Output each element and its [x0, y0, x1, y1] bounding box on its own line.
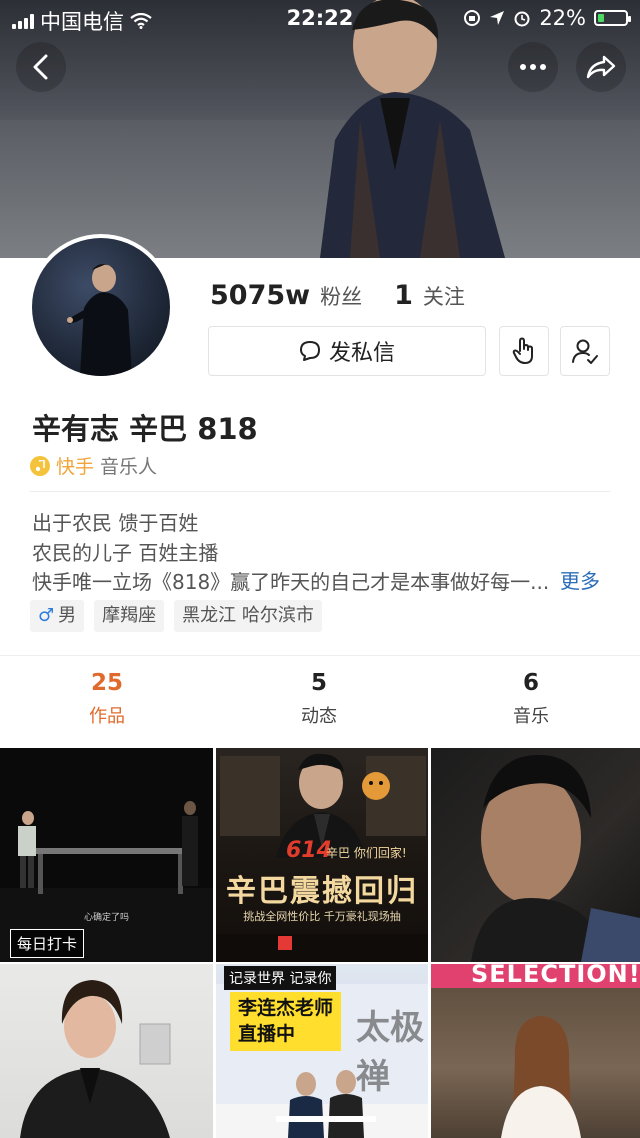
more-button[interactable]	[508, 42, 558, 92]
chevron-left-icon	[33, 54, 48, 80]
poster-subtitle: 挑战全网性价比 千万豪礼现场抽	[243, 910, 401, 923]
badge-platform: 快手	[56, 456, 95, 478]
bio-line: 快手唯一立场《818》赢了昨天的自己才是本事做好每一...	[32, 570, 550, 594]
live-banner: 李连杰老师 直播中	[230, 992, 342, 1052]
video-thumbnail[interactable]: 614 辛巴 你们回家! 辛巴震撼回归 挑战全网性价比 千万豪礼现场抽	[216, 748, 428, 962]
location-tag: 黑龙江 哈尔滨市	[174, 600, 322, 632]
portrait-image	[471, 755, 640, 962]
followers-label[interactable]: 粉丝	[320, 281, 362, 311]
location-icon	[490, 11, 505, 25]
video-thumbnail[interactable]: SELECTION!	[431, 964, 640, 1138]
share-icon	[586, 55, 616, 79]
host-portrait-image	[431, 964, 640, 1138]
musician-badge[interactable]: 快手 音乐人	[30, 452, 157, 479]
video-thumbnail[interactable]: 记录世界 记录你 太极禅 李连杰老师 直播中	[216, 964, 428, 1138]
profile-name: 辛有志 辛巴 818	[32, 412, 258, 446]
tab-works[interactable]: 25 作品	[47, 670, 167, 728]
poster-title: 辛巴震撼回归	[226, 874, 418, 909]
male-icon: ♂	[38, 605, 55, 626]
user-check-icon	[572, 339, 598, 364]
daily-checkin-label: 每日打卡	[10, 929, 85, 958]
tab-music[interactable]: 6 音乐	[471, 670, 591, 728]
record-world-tag: 记录世界 记录你	[224, 966, 337, 990]
gender-label: 男	[58, 605, 77, 626]
hand-tap-icon	[512, 337, 533, 364]
woman-portrait-image	[20, 980, 171, 1138]
tab-count: 25	[90, 670, 123, 696]
cover-image	[0, 0, 640, 258]
zodiac-tag: 摩羯座	[94, 600, 165, 632]
selection-title: SELECTION!	[471, 964, 640, 988]
poster-slogan: 辛巴 你们回家!	[326, 846, 407, 860]
profile-tags: ♂ 男 摩羯座 黑龙江 哈尔滨市	[30, 600, 322, 632]
chat-bubble-icon	[299, 341, 320, 361]
tab-count: 6	[522, 670, 539, 696]
divider	[0, 655, 640, 656]
status-bar: 中国电信 22:22 22%	[0, 0, 640, 34]
tab-label: 作品	[89, 706, 125, 727]
alarm-icon	[514, 11, 530, 27]
poke-button[interactable]	[499, 326, 549, 376]
avatar[interactable]	[28, 234, 174, 380]
background-calligraphy: 太极禅	[356, 1008, 424, 1097]
following-label[interactable]: 关注	[423, 281, 465, 311]
share-button[interactable]	[576, 42, 626, 92]
bio-line: 出于农民 馈于百姓	[32, 511, 199, 535]
tab-moments[interactable]: 5 动态	[259, 670, 379, 728]
works-grid: 心确定了吗 每日打卡 614 辛巴 你们回家! 辛巴震撼回归 挑战全网性价比 千…	[0, 748, 640, 1138]
follow-button[interactable]	[560, 326, 610, 376]
video-thumbnail[interactable]	[0, 964, 213, 1138]
live-banner-line: 直播中	[238, 1022, 296, 1045]
tab-label: 动态	[301, 706, 337, 727]
following-count[interactable]: 1	[394, 280, 413, 311]
music-note-icon	[30, 455, 50, 476]
gender-tag: ♂ 男	[30, 600, 85, 632]
followers-count[interactable]: 5075w	[210, 280, 310, 311]
tab-count: 5	[310, 670, 327, 696]
send-message-button[interactable]: 发私信	[208, 326, 486, 376]
video-caption: 心确定了吗	[83, 913, 129, 923]
rotation-lock-icon	[464, 10, 481, 26]
bio-more-link[interactable]: 更多	[560, 565, 600, 594]
battery-icon	[594, 10, 631, 26]
profile-stats: 5075w 粉丝 1 关注	[210, 280, 487, 311]
divider	[30, 491, 610, 492]
live-banner-line: 李连杰老师	[238, 997, 334, 1019]
back-button[interactable]	[16, 42, 66, 92]
more-dots-icon	[520, 64, 546, 70]
video-thumbnail[interactable]: 心确定了吗 每日打卡	[0, 748, 213, 962]
bio-line: 农民的儿子 百姓主播	[32, 541, 219, 565]
tab-label: 音乐	[513, 706, 549, 727]
battery-percent: 22%	[539, 6, 586, 30]
video-thumbnail[interactable]	[431, 748, 640, 962]
cover-person	[320, 0, 505, 258]
avatar-photo	[67, 264, 132, 376]
send-message-label: 发私信	[328, 341, 395, 366]
badge-role: 音乐人	[100, 456, 158, 478]
